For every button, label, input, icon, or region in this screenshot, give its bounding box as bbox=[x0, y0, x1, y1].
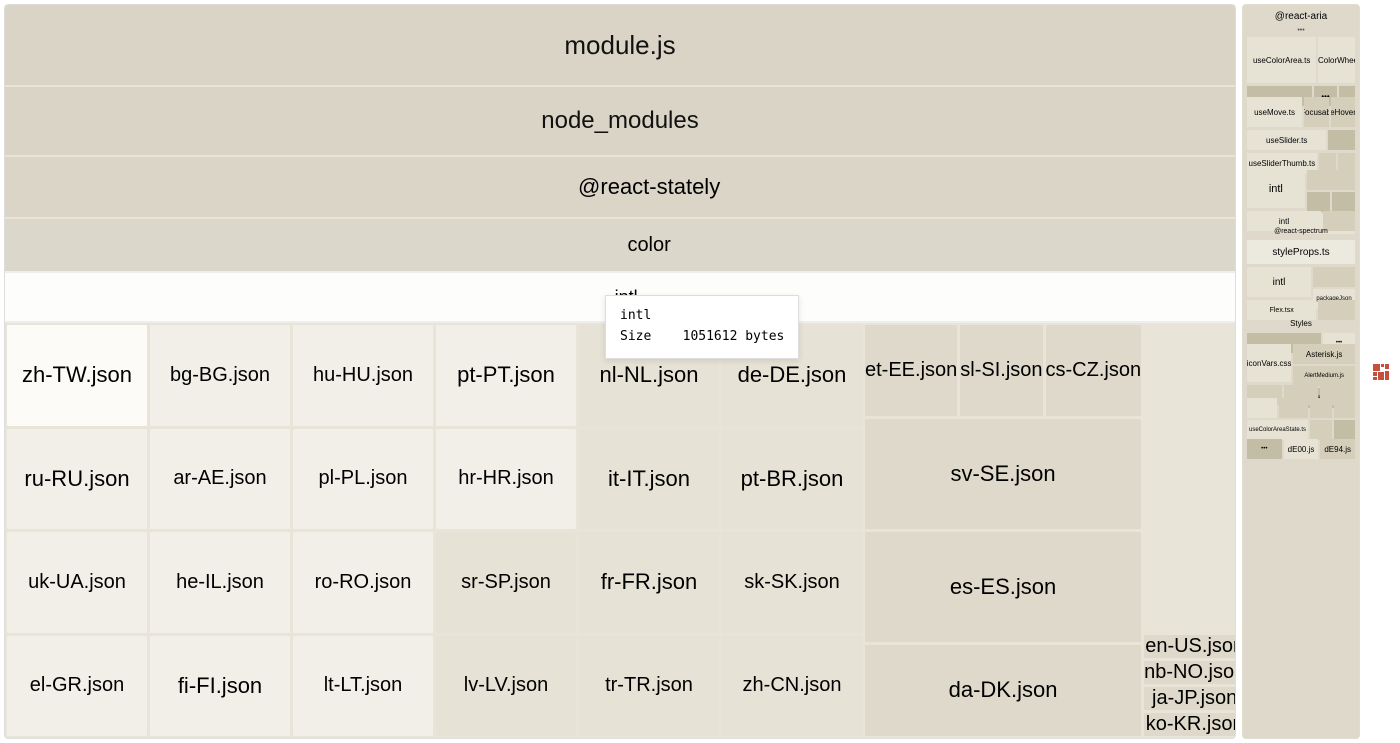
treemap-cell[interactable]: lt-LT.json bbox=[293, 636, 433, 737]
treemap-cell[interactable] bbox=[1334, 398, 1355, 418]
main-treemap[interactable]: module.js node_modules @react-stately co… bbox=[4, 4, 1236, 739]
treemap-cell[interactable]: fi-FI.json bbox=[150, 636, 290, 737]
treemap-cell[interactable] bbox=[1313, 267, 1355, 287]
treemap-cell[interactable]: hr-HR.json bbox=[436, 429, 576, 530]
treemap-cell[interactable] bbox=[1334, 420, 1355, 440]
treemap-cell[interactable]: uk-UA.json bbox=[7, 532, 147, 633]
treemap-cell[interactable]: dE94.js bbox=[1320, 439, 1355, 459]
treemap-cell[interactable]: sk-SK.json bbox=[722, 532, 862, 633]
treemap-cell[interactable]: it-IT.json bbox=[579, 429, 719, 530]
treemap-cell[interactable]: el-GR.json bbox=[7, 636, 147, 737]
treemap-cell[interactable]: useColorAreaState.ts bbox=[1247, 420, 1308, 440]
treemap-cell[interactable]: ••• bbox=[1247, 439, 1282, 459]
treemap-cell[interactable] bbox=[1328, 130, 1355, 150]
root-node-module-js[interactable]: module.js bbox=[5, 5, 1235, 87]
treemap-cell[interactable]: useSlider.ts bbox=[1247, 130, 1326, 150]
styles-title: Styles bbox=[1247, 317, 1355, 330]
treemap-cell[interactable]: ko-KR.json bbox=[1144, 713, 1236, 736]
treemap-cell[interactable]: intl bbox=[1247, 170, 1305, 208]
treemap-cell[interactable]: en-US.json bbox=[1144, 635, 1236, 658]
treemap-cell[interactable]: pl-PL.json bbox=[293, 429, 433, 530]
treemap-cell[interactable]: fr-FR.json bbox=[579, 532, 719, 633]
treemap-cell[interactable]: cs-CZ.json bbox=[1046, 325, 1142, 416]
treemap-cell[interactable]: nb-NO.json bbox=[1144, 661, 1236, 684]
treemap-cell[interactable]: lv-LV.json bbox=[436, 636, 576, 737]
hover-tooltip: intl Size 1051612 bytes bbox=[605, 295, 799, 359]
treemap-cell[interactable] bbox=[1332, 192, 1355, 212]
treemap-cell[interactable]: useMove.ts bbox=[1247, 97, 1302, 127]
treemap-cell[interactable]: sr-SP.json bbox=[436, 532, 576, 633]
treemap-cell[interactable]: useColorWheel.ts bbox=[1318, 37, 1355, 83]
treemap-cell[interactable]: sv-SE.json bbox=[865, 419, 1141, 529]
minimap-icon[interactable] bbox=[1373, 364, 1389, 380]
react-stately-band[interactable]: @react-stately bbox=[5, 157, 1236, 219]
react-aria-title: @react-aria bbox=[1247, 9, 1355, 24]
treemap-cell[interactable]: ar-AE.json bbox=[150, 429, 290, 530]
treemap-cell[interactable]: pt-PT.json bbox=[436, 325, 576, 426]
treemap-cell[interactable]: Asterisk.js bbox=[1293, 344, 1355, 364]
color-band[interactable]: color bbox=[5, 219, 1236, 273]
treemap-cell[interactable]: zh-TW.json bbox=[7, 325, 147, 426]
treemap-cell[interactable]: useColorArea.ts bbox=[1247, 37, 1316, 83]
node-modules-band[interactable]: node_modules bbox=[5, 87, 1235, 157]
treemap-cell[interactable]: he-IL.json bbox=[150, 532, 290, 633]
intl-files-grid: intl Size 1051612 bytes zh-TW.json bg-BG… bbox=[5, 323, 1236, 738]
treemap-cell[interactable]: et-EE.json bbox=[865, 325, 957, 416]
treemap-cell[interactable]: dE00.js bbox=[1284, 439, 1319, 459]
treemap-cell[interactable]: useFocusable.ts bbox=[1304, 97, 1328, 127]
treemap-cell[interactable]: ru-RU.json bbox=[7, 429, 147, 530]
treemap-cell[interactable]: intl bbox=[1247, 267, 1311, 297]
far-right-gutter bbox=[1366, 4, 1396, 739]
treemap-cell[interactable] bbox=[1279, 398, 1309, 418]
treemap-cell[interactable]: useHover.ts bbox=[1331, 97, 1355, 127]
treemap-viewport: module.js node_modules @react-stately co… bbox=[0, 0, 1400, 743]
treemap-cell[interactable]: styleProps.ts bbox=[1247, 240, 1355, 264]
treemap-cell[interactable]: sl-SI.json bbox=[960, 325, 1042, 416]
treemap-cell[interactable]: pt-BR.json bbox=[722, 429, 862, 530]
treemap-cell[interactable] bbox=[1307, 192, 1330, 212]
react-aria-treemap[interactable]: @react-aria ••• useColorArea.ts useColor… bbox=[1242, 4, 1360, 739]
treemap-cell[interactable]: zh-CN.json bbox=[722, 636, 862, 737]
react-spectrum-title: @react-spectrum bbox=[1247, 226, 1355, 237]
treemap-cell[interactable]: ro-RO.json bbox=[293, 532, 433, 633]
treemap-cell[interactable] bbox=[1310, 398, 1331, 418]
treemap-cell[interactable]: bg-BG.json bbox=[150, 325, 290, 426]
treemap-cell[interactable]: AlertMedium.js bbox=[1293, 366, 1355, 386]
treemap-cell[interactable]: hu-HU.json bbox=[293, 325, 433, 426]
treemap-cell[interactable] bbox=[1247, 398, 1277, 418]
treemap-cell[interactable]: es-ES.json bbox=[865, 532, 1141, 642]
treemap-cell[interactable]: ja-JP.json bbox=[1144, 687, 1236, 710]
treemap-cell[interactable] bbox=[1310, 420, 1331, 440]
treemap-cell[interactable]: iconVars.css bbox=[1247, 344, 1291, 382]
treemap-cell[interactable] bbox=[1307, 170, 1355, 190]
treemap-cell[interactable]: da-DK.json bbox=[865, 645, 1141, 736]
treemap-cell[interactable]: tr-TR.json bbox=[579, 636, 719, 737]
